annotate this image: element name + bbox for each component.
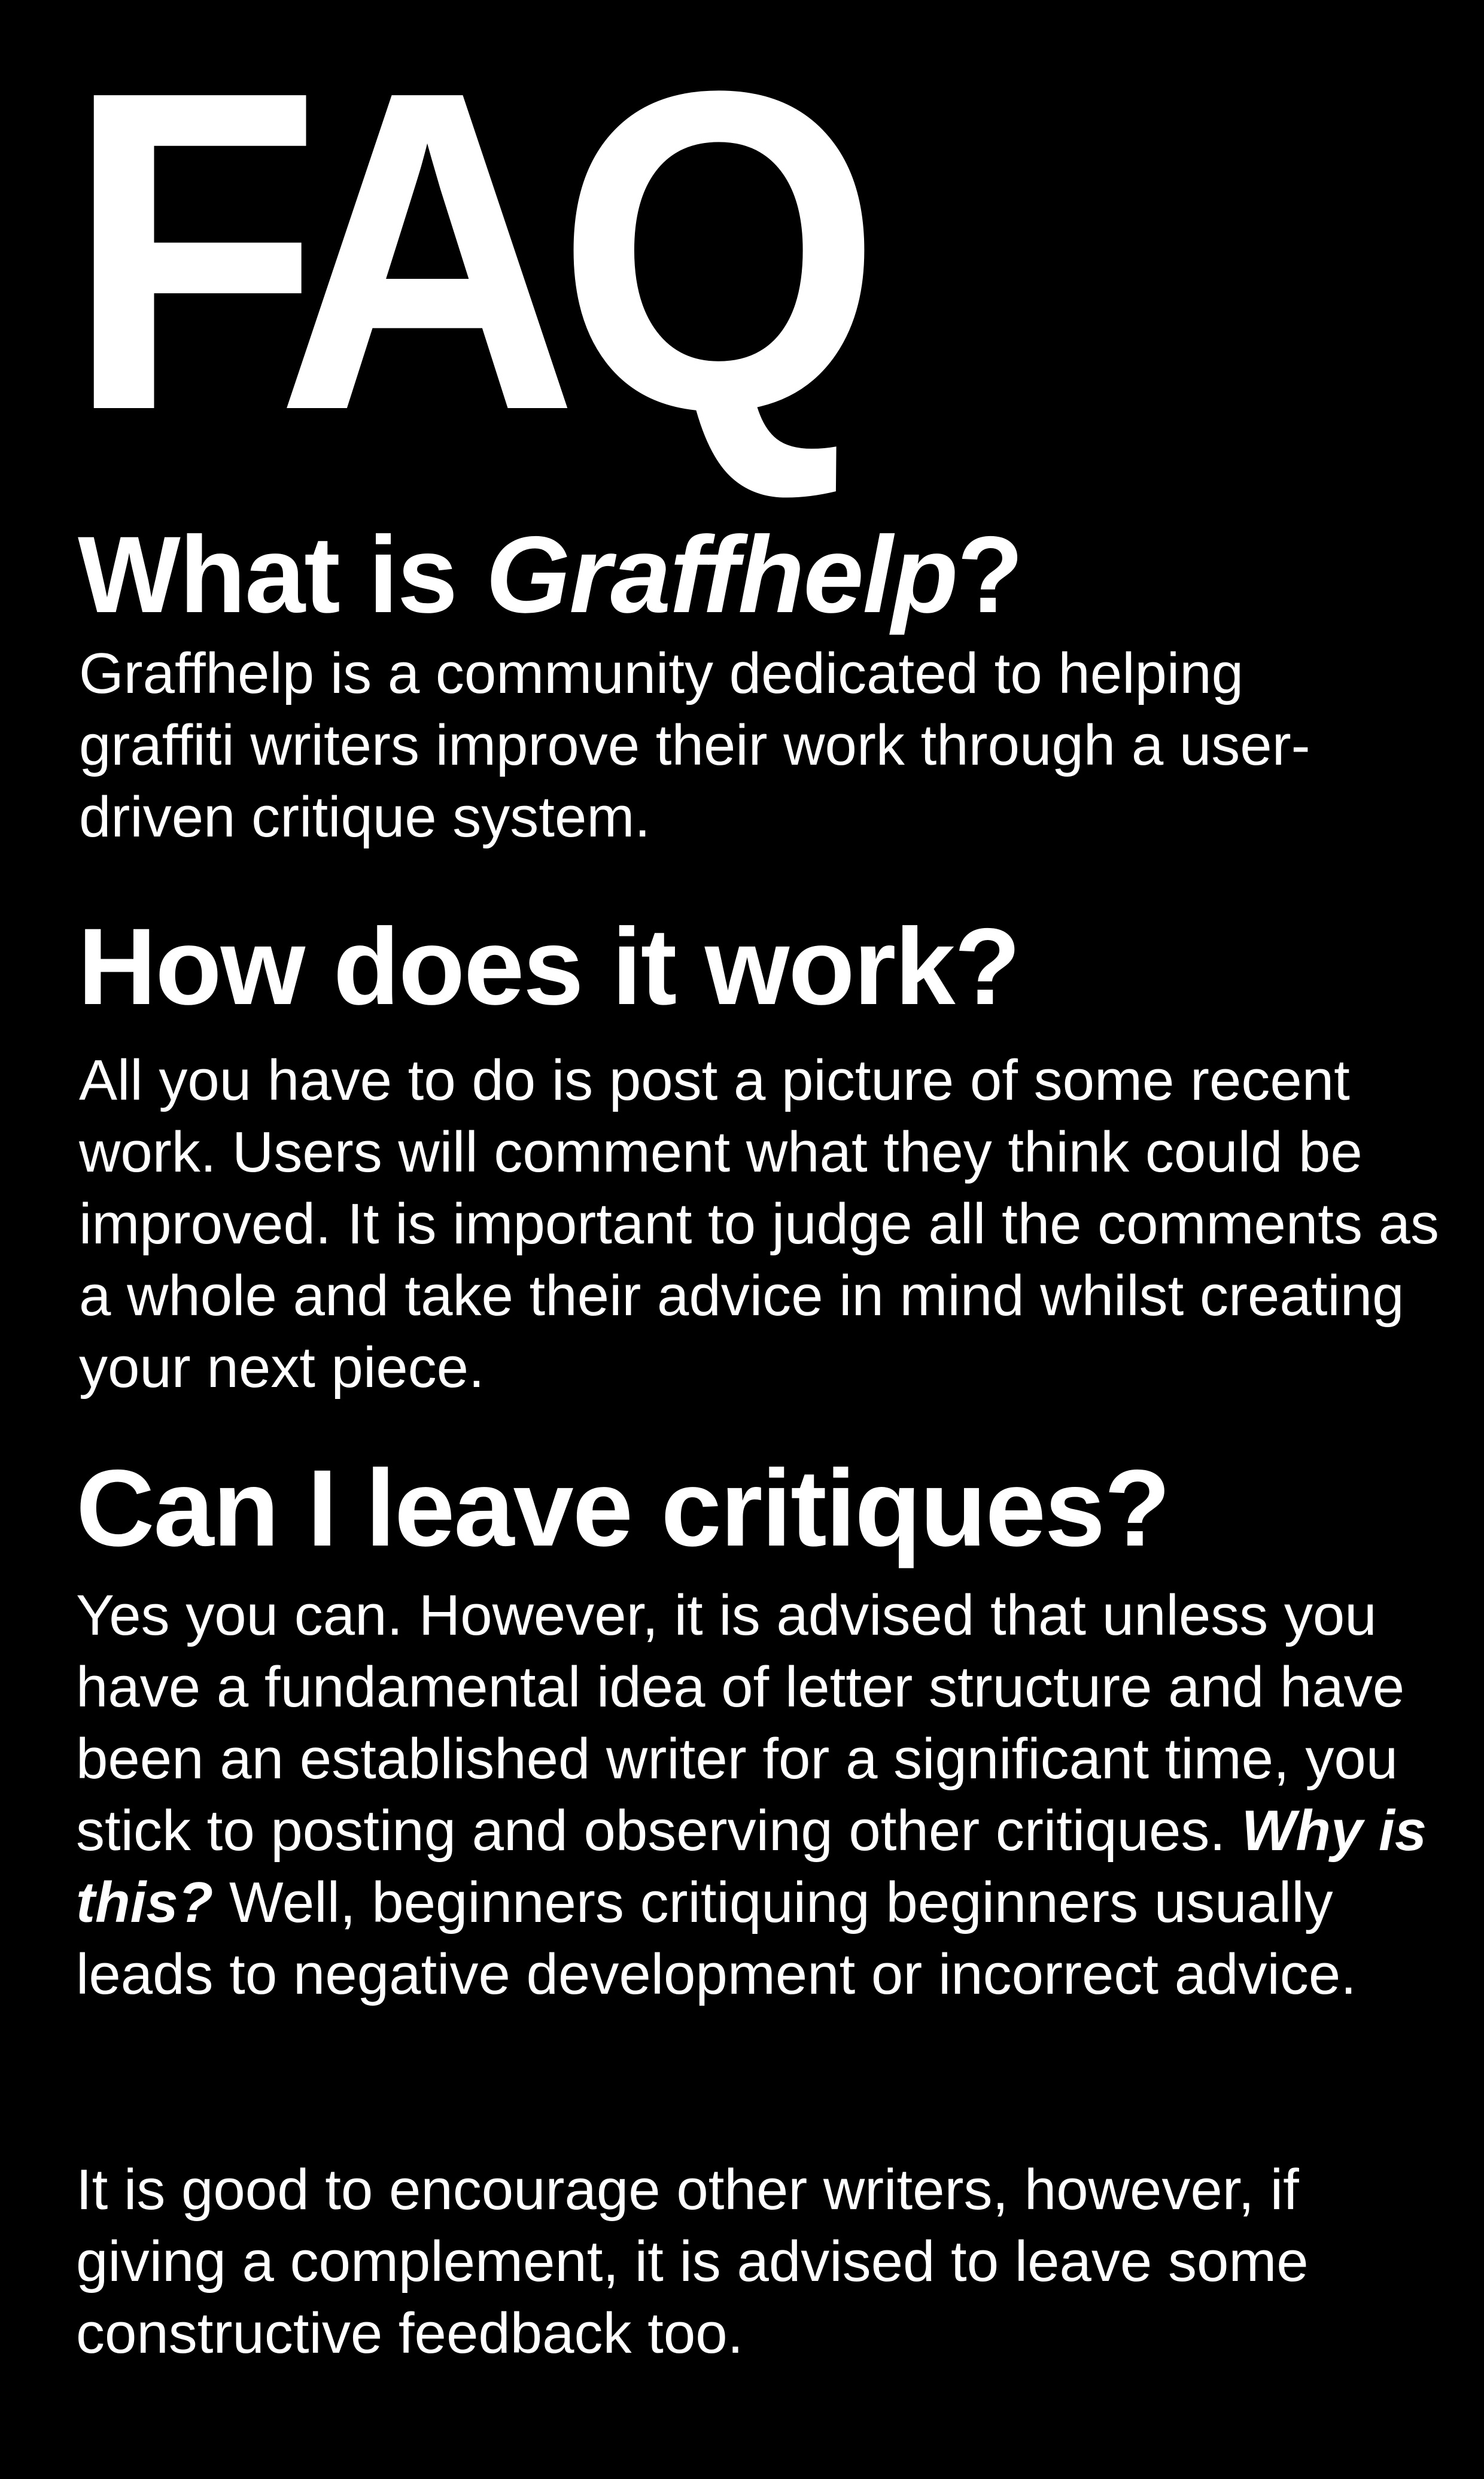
answer-can-i-leave-critiques: Yes you can. However, it is advised that… <box>76 1580 1452 2010</box>
question-text: What is <box>78 513 486 635</box>
question-text-end: ? <box>957 513 1023 635</box>
answer-can-i-leave-critiques-paragraph-2: It is good to encourage other writers, h… <box>76 2158 1309 2365</box>
question-what-is-graffhelp: What is Graffhelp? <box>78 513 1024 635</box>
page-title: FAQ <box>66 0 882 505</box>
answer-what-is-graffhelp: Graffhelp is a community dedicated to he… <box>79 641 1310 849</box>
answer-how-does-it-work: All you have to do is post a picture of … <box>79 1048 1440 1400</box>
faq-page: FAQ What is Graffhelp? Graffhelp is a co… <box>0 0 1484 2479</box>
question-emphasis: Graffhelp <box>485 513 959 635</box>
question-can-i-leave-critiques: Can I leave critiques? <box>76 1447 1170 1569</box>
answer-text: Yes you can. However, it is advised that… <box>76 1583 1405 1863</box>
answer-text-end: Well, beginners critiquing beginners usu… <box>76 1870 1357 2006</box>
question-how-does-it-work: How does it work? <box>78 905 1021 1027</box>
